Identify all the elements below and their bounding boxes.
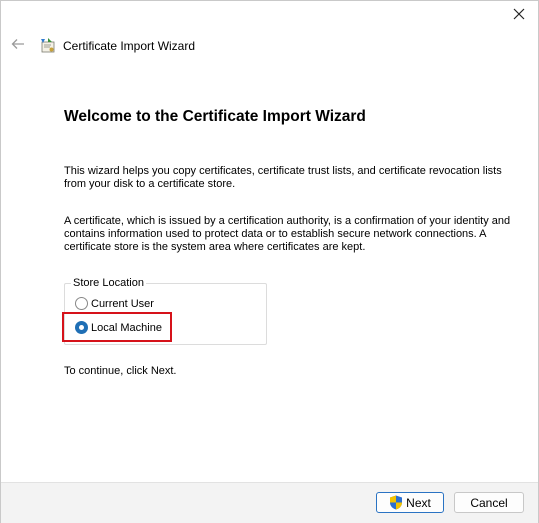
close-icon: [513, 7, 525, 25]
radio-current-user[interactable]: Current User: [75, 297, 154, 310]
next-button-label: Next: [406, 495, 431, 510]
cancel-button-label: Cancel: [470, 495, 508, 510]
wizard-title-bar: Certificate Import Wizard: [9, 35, 195, 57]
radio-label-current-user: Current User: [91, 297, 154, 310]
uac-shield-icon: [389, 495, 403, 510]
highlight-box: [62, 312, 172, 342]
continue-instruction: To continue, click Next.: [64, 365, 177, 377]
certificate-import-wizard-window: Certificate Import Wizard Welcome to the…: [0, 0, 539, 523]
cancel-button[interactable]: Cancel: [454, 492, 524, 513]
certificate-wizard-icon: [39, 37, 57, 55]
intro-paragraph: This wizard helps you copy certificates,…: [64, 165, 502, 190]
store-location-title: Store Location: [71, 277, 146, 289]
close-button[interactable]: [506, 3, 532, 29]
next-button[interactable]: Next: [376, 492, 444, 513]
radio-button-unselected[interactable]: [75, 297, 88, 310]
window-title: Certificate Import Wizard: [63, 39, 196, 53]
certificate-description-paragraph: A certificate, which is issued by a cert…: [64, 215, 511, 253]
back-button[interactable]: [9, 37, 27, 55]
back-arrow-icon: [11, 37, 25, 55]
wizard-footer: Next Cancel: [1, 482, 538, 523]
page-heading: Welcome to the Certificate Import Wizard: [64, 108, 366, 125]
